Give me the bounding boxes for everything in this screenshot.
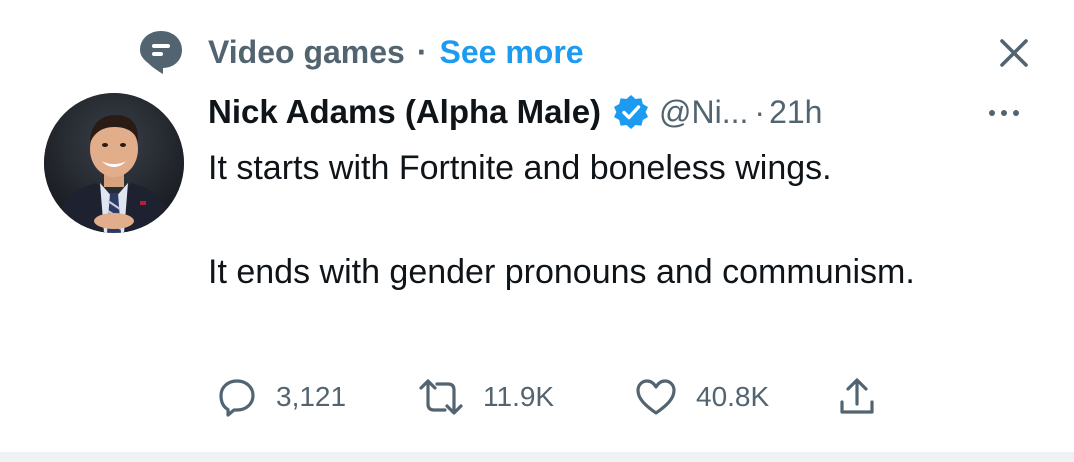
reply-count: 3,121 bbox=[276, 381, 347, 412]
tweet-card[interactable]: Video games · See more Nick Adams (Alpha… bbox=[0, 0, 1074, 452]
verified-badge-icon bbox=[614, 95, 649, 129]
topic-context-row: Video games · See more bbox=[138, 28, 584, 76]
more-horizontal-icon[interactable] bbox=[984, 103, 1024, 123]
reply-button[interactable]: 3,121 bbox=[216, 370, 346, 424]
share-button[interactable] bbox=[836, 370, 878, 424]
see-more-link[interactable]: See more bbox=[439, 34, 583, 71]
timestamp-separator: · bbox=[754, 93, 766, 130]
retweet-icon bbox=[419, 379, 463, 415]
close-icon[interactable] bbox=[994, 33, 1034, 73]
topic-label: Video games bbox=[208, 33, 405, 70]
tweet-action-bar: 3,121 11.9K 40.8K bbox=[0, 370, 1074, 424]
bottom-divider bbox=[0, 452, 1074, 462]
like-button[interactable]: 40.8K bbox=[634, 370, 769, 424]
tweet-text: It starts with Fortnite and boneless win… bbox=[208, 142, 1028, 298]
tweet-paragraph: It ends with gender pronouns and communi… bbox=[208, 253, 915, 291]
share-icon bbox=[840, 378, 874, 414]
topic-separator: · bbox=[416, 33, 428, 70]
retweet-count: 11.9K bbox=[483, 381, 555, 412]
tweet-timestamp[interactable]: 21h bbox=[769, 94, 822, 131]
like-count: 40.8K bbox=[696, 381, 770, 412]
tweet-header: Nick Adams (Alpha Male) @Ni... · 21h bbox=[208, 88, 822, 136]
retweet-button[interactable]: 11.9K bbox=[417, 370, 554, 424]
avatar-portrait-image bbox=[44, 93, 184, 233]
topic-speech-bubble-icon bbox=[140, 31, 182, 74]
author-display-name[interactable]: Nick Adams (Alpha Male) bbox=[208, 93, 601, 131]
avatar[interactable] bbox=[44, 93, 184, 233]
author-handle[interactable]: @Ni... bbox=[659, 94, 748, 131]
reply-icon bbox=[219, 379, 255, 417]
tweet-paragraph: It starts with Fortnite and boneless win… bbox=[208, 149, 832, 187]
heart-icon bbox=[636, 379, 676, 415]
